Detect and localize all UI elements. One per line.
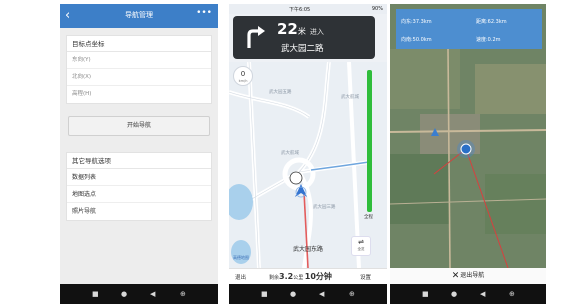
distance-unit: 米 — [297, 27, 306, 36]
settings-screen: ‹ 导航管理 ••• 目标点坐标 东向(Y) 北向(X) 高程(H) 开始导航 … — [60, 4, 218, 304]
back-triangle-icon[interactable]: ◀ — [150, 289, 155, 299]
turn-right-arrow-icon — [247, 26, 265, 48]
remaining-time: 10分钟 — [304, 272, 332, 281]
home-icon[interactable]: ● — [290, 289, 296, 299]
navigation-bottom-bar: 退出 剩余3.2公里 10分钟 设置 — [229, 268, 387, 284]
map-label: 武大园五路 — [269, 90, 292, 95]
close-icon: ✕ — [451, 271, 460, 281]
settings-button[interactable]: 设置 — [360, 273, 371, 281]
section-title-target: 目标点坐标 — [67, 36, 211, 52]
option-data-list[interactable]: 数据列表 — [67, 169, 211, 186]
back-triangle-icon[interactable]: ◀ — [480, 289, 485, 299]
remaining-summary: 剩余3.2公里 10分钟 — [269, 272, 332, 281]
map-label: 武大园三路 — [313, 205, 336, 210]
route-progress-bar — [367, 70, 372, 212]
next-road-name: 武大园二路 — [281, 44, 324, 54]
map-label: 武大航城 — [341, 95, 359, 100]
page-title: 导航管理 — [125, 11, 153, 19]
option-map-pick[interactable]: 地图选点 — [67, 186, 211, 203]
keyboard-icon[interactable]: ⊕ — [180, 289, 186, 299]
keyboard-icon[interactable]: ⊕ — [349, 289, 355, 299]
north-field[interactable]: 北向(X) — [67, 69, 211, 86]
speed-unit: km/h — [238, 79, 248, 83]
status-time: 下午6:05 — [289, 7, 311, 13]
system-nav-bar: ■ ● ◀ ⊕ — [390, 284, 546, 304]
start-navigation-button[interactable]: 开始导航 — [68, 116, 210, 136]
distance-value: 距离:62.3km — [476, 19, 507, 25]
square-icon[interactable]: ■ — [92, 289, 99, 299]
south-offset: 向南:50.0km — [401, 37, 432, 43]
turn-distance: 22米 进入 — [277, 20, 324, 38]
turn-action: 进入 — [309, 28, 324, 36]
map-source-logo: 高德地图 — [233, 255, 249, 260]
exit-navigation-button[interactable]: 退出 — [235, 273, 246, 281]
square-icon[interactable]: ■ — [261, 289, 268, 299]
elevation-field[interactable]: 高程(H) — [67, 86, 211, 103]
more-icon[interactable]: ••• — [196, 8, 212, 18]
east-offset: 向东:37.3km — [401, 19, 432, 25]
status-bar: 下午6:05 90% — [229, 4, 387, 14]
east-field[interactable]: 东向(Y) — [67, 52, 211, 69]
battery-status: 90% — [371, 6, 383, 12]
square-icon[interactable]: ■ — [422, 289, 429, 299]
system-nav-bar: ■ ● ◀ ⊕ — [229, 284, 387, 304]
speedometer: 0 km/h — [233, 66, 253, 86]
remaining-distance: 3.2 — [279, 272, 294, 281]
full-route-label[interactable]: 全程 — [364, 214, 373, 220]
speed-value: 0 — [240, 70, 246, 78]
exit-navigation-label: 退出导航 — [460, 272, 485, 279]
back-triangle-icon[interactable]: ◀ — [319, 289, 324, 299]
turn-guidance-panel: 22米 进入 武大园二路 — [233, 16, 375, 59]
app-bar: ‹ 导航管理 ••• — [60, 4, 218, 28]
option-photo-nav[interactable]: 照片导航 — [67, 203, 211, 220]
other-options-card: 其它导航选项 数据列表 地图选点 照片导航 — [66, 152, 212, 221]
system-nav-bar: ■ ● ◀ ⊕ — [60, 284, 218, 304]
exit-navigation-button[interactable]: ✕退出导航 — [390, 268, 546, 284]
target-coordinates-card: 目标点坐标 东向(Y) 北向(X) 高程(H) — [66, 35, 212, 104]
info-panel: 向东:37.3km 距离:62.3km 向南:50.0km 速度:0.2m — [396, 9, 542, 49]
navigation-screen: 下午6:05 90% 武大航城 武大航域 武大园五路 武大园三路 22米 进入 武… — [229, 4, 387, 304]
satellite-screen: 向东:37.3km 距离:62.3km 向南:50.0km 速度:0.2m ✕退… — [390, 4, 546, 304]
keyboard-icon[interactable]: ⊕ — [509, 289, 515, 299]
current-road-name: 武大园东路 — [292, 246, 323, 253]
speed-value: 速度:0.2m — [476, 37, 501, 43]
home-icon[interactable]: ● — [451, 289, 457, 299]
home-icon[interactable]: ● — [121, 289, 127, 299]
map-label: 武大航域 — [281, 151, 299, 156]
section-title-other: 其它导航选项 — [67, 153, 211, 169]
